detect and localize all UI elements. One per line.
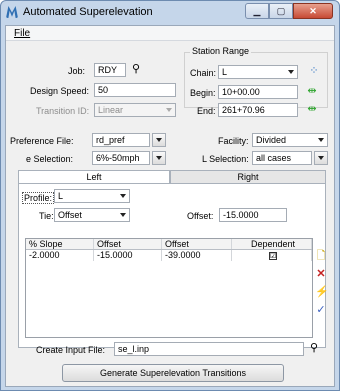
station-range-title: Station Range — [190, 46, 252, 56]
transition-id-select[interactable]: Linear — [94, 103, 176, 117]
table-header: % Slope Offset Offset Dependent — [26, 239, 312, 250]
generate-button[interactable]: Generate Superelevation Transitions — [62, 364, 284, 382]
tab-right[interactable]: Right — [170, 170, 326, 184]
tie-select[interactable]: Offset — [54, 208, 130, 222]
slope-table: % Slope Offset Offset Dependent -2.0000 … — [25, 238, 313, 338]
chain-value: L — [222, 67, 228, 77]
offset-label: Offset: — [187, 211, 214, 221]
delete-icon[interactable]: ✕ — [315, 268, 327, 280]
l-selection-label: L Selection: — [202, 154, 249, 164]
l-selection-dropdown-button[interactable] — [314, 151, 328, 165]
e-selection-input[interactable]: 6%-50mph — [92, 151, 150, 165]
pick-element-icon[interactable]: ⁘ — [308, 65, 320, 77]
offset-cell[interactable]: -15.0000 — [94, 250, 162, 261]
design-speed-input[interactable]: 50 — [94, 83, 176, 97]
lightning-icon[interactable]: ⚡ — [315, 286, 329, 298]
e-selection-label: e Selection: — [26, 154, 74, 164]
minimize-button[interactable]: ▁ — [245, 3, 269, 19]
dependent-checkbox[interactable]: ☑ — [269, 252, 277, 260]
pref-file-dropdown-button[interactable] — [152, 133, 166, 147]
offset-cell[interactable]: -39.0000 — [162, 250, 232, 261]
close-button[interactable]: ✕ — [293, 3, 333, 19]
facility-select[interactable]: Divided — [252, 133, 328, 147]
column-header[interactable]: % Slope — [26, 239, 94, 249]
column-header[interactable]: Dependent — [232, 239, 312, 249]
menu-file[interactable]: File — [14, 28, 30, 39]
facility-label: Facility: — [218, 136, 249, 146]
station-range-group — [184, 52, 328, 108]
offset-input[interactable]: -15.0000 — [219, 208, 287, 222]
pref-file-input[interactable]: rd_pref — [92, 133, 150, 147]
column-header[interactable]: Offset — [94, 239, 162, 249]
menu-bar: File — [6, 26, 334, 41]
create-input-label: Create Input File: — [36, 345, 106, 355]
transition-id-value: Linear — [98, 105, 124, 115]
chain-select[interactable]: L — [218, 65, 298, 79]
column-header[interactable]: Offset — [162, 239, 232, 249]
l-selection-input[interactable]: all cases — [252, 151, 312, 165]
create-input-field[interactable]: se_l.inp — [114, 342, 304, 356]
search-icon[interactable]: ⚲ — [308, 342, 320, 354]
facility-value: Divided — [256, 135, 287, 145]
table-row[interactable]: -2.0000 -15.0000 -39.0000 ☑ — [26, 250, 312, 261]
design-speed-label: Design Speed: — [30, 86, 90, 96]
side-tabs: Left Right — [18, 170, 326, 184]
app-window: Automated Superelevation ▁ ▢ ✕ File Stat… — [0, 0, 340, 391]
move-arrows-icon[interactable]: ⇹ — [306, 85, 318, 97]
profile-select[interactable]: L — [54, 189, 130, 203]
transition-id-label: Transition ID: — [36, 106, 90, 116]
check-icon[interactable]: ✓ — [315, 304, 327, 316]
search-icon[interactable]: ⚲ — [130, 63, 142, 75]
dependent-cell[interactable]: ☑ — [232, 250, 312, 261]
move-arrows-icon[interactable]: ⇹ — [306, 103, 318, 115]
tab-panel-left: Profile: L Tie: Offset Offset: -15.0000 … — [18, 183, 329, 348]
profile-label: Profile: — [22, 192, 55, 204]
maximize-button[interactable]: ▢ — [269, 3, 293, 19]
client-area: File Station Range Job: RDY ⚲ Design Spe… — [5, 25, 335, 387]
add-row-icon[interactable]: 🗋 — [315, 250, 327, 262]
begin-label: Begin: — [190, 88, 216, 98]
tie-label: Tie: — [39, 211, 54, 221]
slope-cell[interactable]: -2.0000 — [26, 250, 94, 261]
pref-file-label: Preference File: — [10, 136, 74, 146]
app-logo-icon — [6, 6, 18, 18]
tie-value: Offset — [58, 210, 82, 220]
window-controls: ▁ ▢ ✕ — [245, 3, 333, 19]
tab-left[interactable]: Left — [18, 170, 170, 184]
title-bar[interactable]: Automated Superelevation ▁ ▢ ✕ — [1, 1, 339, 23]
chain-label: Chain: — [190, 68, 217, 78]
profile-value: L — [58, 191, 64, 201]
e-selection-dropdown-button[interactable] — [152, 151, 166, 165]
window-title: Automated Superelevation — [23, 6, 153, 18]
job-label: Job: — [68, 66, 86, 76]
end-input[interactable]: 261+70.96 — [218, 103, 298, 117]
job-input[interactable]: RDY — [94, 63, 126, 77]
end-label: End: — [197, 106, 216, 116]
begin-input[interactable]: 10+00.00 — [218, 85, 298, 99]
